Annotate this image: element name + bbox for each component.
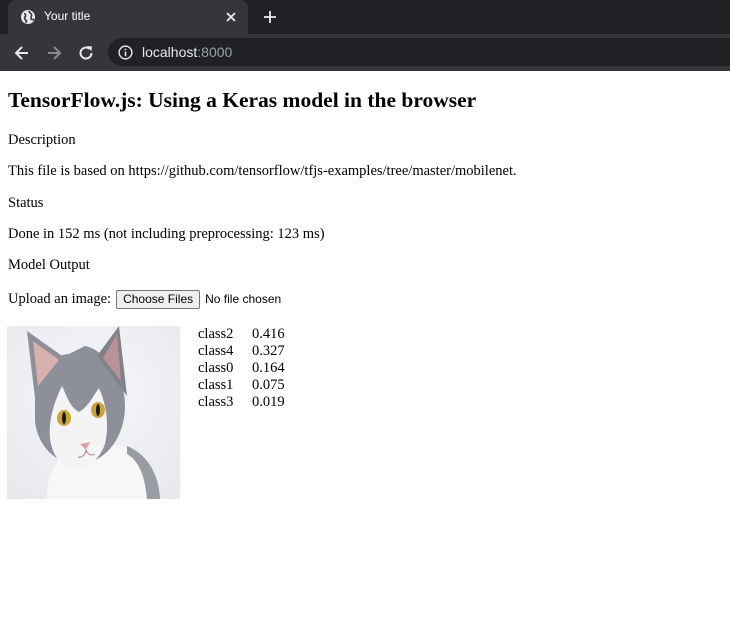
prediction-row: class1 0.075	[198, 377, 285, 394]
tab-strip: Your title	[0, 0, 730, 34]
prediction-class: class1	[198, 377, 234, 393]
prediction-class: class2	[198, 326, 234, 342]
model-output-label: Model Output	[8, 257, 90, 273]
page-content: TensorFlow.js: Using a Keras model in th…	[0, 71, 730, 631]
address-bar[interactable]: localhost:8000	[108, 38, 730, 66]
prediction-score: 0.075	[252, 377, 285, 393]
globe-icon	[21, 10, 35, 24]
status-label: Status	[8, 195, 44, 211]
browser-toolbar: localhost:8000	[0, 34, 730, 71]
choose-files-button[interactable]: Choose Files	[116, 289, 201, 309]
url-text: localhost:8000	[142, 44, 232, 60]
cat-image	[7, 326, 180, 499]
prediction-class: class3	[198, 394, 234, 410]
page-title: TensorFlow.js: Using a Keras model in th…	[8, 88, 477, 112]
description-label: Description	[8, 132, 76, 148]
prediction-row: class2 0.416	[198, 326, 285, 343]
prediction-score: 0.019	[252, 394, 285, 410]
upload-label: Upload an image:	[8, 290, 112, 307]
active-tab[interactable]: Your title	[8, 0, 248, 34]
prediction-row: class3 0.019	[198, 394, 285, 411]
prediction-class: class0	[198, 360, 234, 376]
url-host: localhost	[142, 44, 198, 60]
status-text: Done in 152 ms (not including preprocess…	[8, 226, 325, 242]
reload-icon[interactable]	[76, 43, 96, 63]
back-arrow-icon[interactable]	[12, 43, 32, 63]
prediction-row: class0 0.164	[198, 360, 285, 377]
upload-row: Upload an image: Choose Files No file ch…	[8, 288, 281, 310]
prediction-score: 0.164	[252, 360, 285, 376]
prediction-class: class4	[198, 343, 234, 359]
tab-title: Your title	[44, 9, 91, 23]
no-file-text: No file chosen	[205, 292, 282, 306]
predictions-list: class2 0.416 class4 0.327 class0 0.164 c…	[198, 326, 285, 411]
prediction-score: 0.416	[252, 326, 285, 342]
prediction-row: class4 0.327	[198, 343, 285, 360]
url-port: :8000	[197, 44, 233, 60]
close-icon[interactable]	[224, 10, 238, 24]
prediction-score: 0.327	[252, 343, 285, 359]
info-icon[interactable]	[118, 45, 133, 60]
forward-arrow-icon[interactable]	[44, 43, 64, 63]
description-text: This file is based on https://github.com…	[8, 163, 517, 179]
plus-icon[interactable]	[262, 9, 278, 25]
